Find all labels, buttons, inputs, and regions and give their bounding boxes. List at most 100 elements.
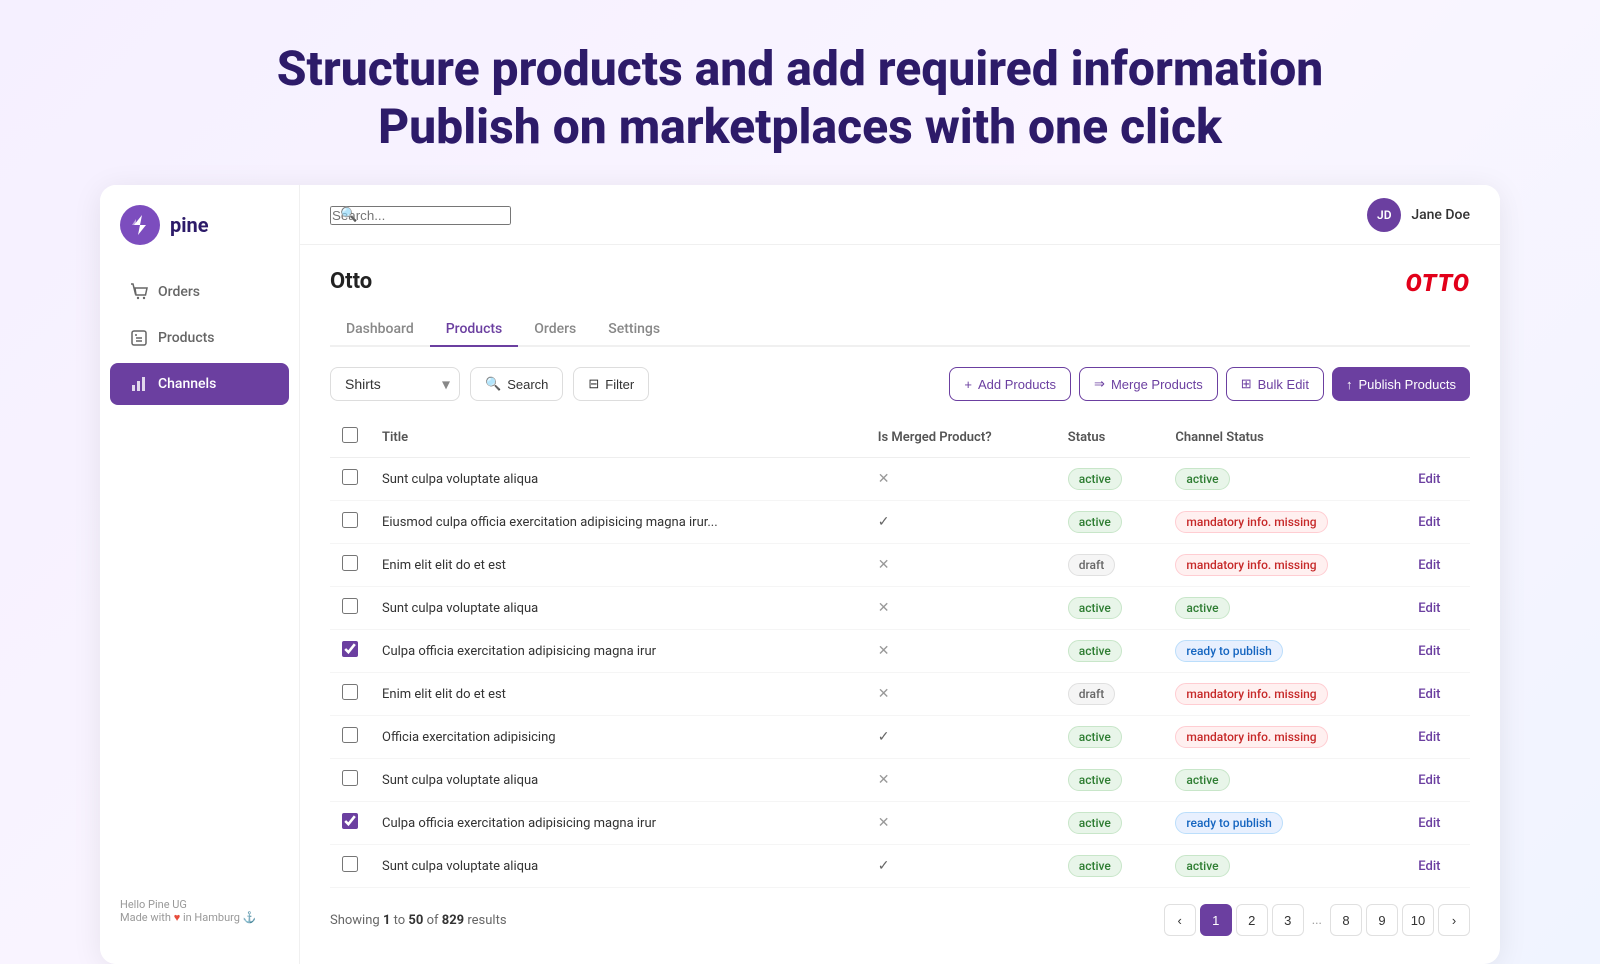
row-checkbox-6[interactable] [342,684,358,700]
row-status-2: active [1056,501,1164,544]
products-table-wrap: Title Is Merged Product? Status Channel … [330,417,1470,888]
row-checkbox-5[interactable] [342,641,358,657]
row-edit-2[interactable]: Edit [1406,501,1470,544]
checkmark-icon: ✓ [878,858,890,874]
row-edit-7[interactable]: Edit [1406,716,1470,759]
row-merged-7: ✓ [866,716,1056,759]
otto-logo: OTTO [1406,269,1470,297]
bulk-edit-button[interactable]: ⊞ Bulk Edit [1226,367,1324,401]
cross-icon: ✕ [878,557,890,573]
status-header: Status [1056,417,1164,458]
row-edit-6[interactable]: Edit [1406,673,1470,716]
tab-dashboard[interactable]: Dashboard [330,313,430,347]
row-checkbox-2[interactable] [342,512,358,528]
status-badge: draft [1068,554,1116,576]
status-badge: active [1068,812,1122,834]
add-products-button[interactable]: + Add Products [949,367,1071,401]
page-next-button[interactable]: › [1438,904,1470,936]
page-8-button[interactable]: 8 [1330,904,1362,936]
search-button[interactable]: 🔍 Search [470,367,563,401]
row-title-5: Culpa officia exercitation adipisicing m… [370,630,866,673]
table-row: Sunt culpa voluptate aliqua✕activeactive… [330,587,1470,630]
row-merged-4: ✕ [866,587,1056,630]
channel-status-badge: mandatory info. missing [1175,726,1327,748]
user-name: Jane Doe [1411,207,1470,223]
page-1-button[interactable]: 1 [1200,904,1232,936]
search-btn-icon: 🔍 [485,376,501,392]
channel-status-badge: active [1175,597,1229,619]
row-merged-9: ✕ [866,802,1056,845]
row-merged-6: ✕ [866,673,1056,716]
hero-section: Structure products and add required info… [0,0,1600,185]
sidebar-item-products[interactable]: Products [110,317,289,359]
row-status-5: active [1056,630,1164,673]
hero-title: Structure products and add required info… [20,40,1580,155]
category-select[interactable]: Shirts Pants Jackets Shoes [330,367,460,401]
row-checkbox-4[interactable] [342,598,358,614]
filter-button[interactable]: ⊟ Filter [573,367,649,401]
row-edit-5[interactable]: Edit [1406,630,1470,673]
page-3-button[interactable]: 3 [1272,904,1304,936]
table-body: Sunt culpa voluptate aliqua✕activeactive… [330,458,1470,888]
products-nav-label: Products [158,330,215,346]
page-prev-button[interactable]: ‹ [1164,904,1196,936]
page-from: 1 [383,913,390,928]
page-9-button[interactable]: 9 [1366,904,1398,936]
row-title-1: Sunt culpa voluptate aliqua [370,458,866,501]
select-all-checkbox[interactable] [342,427,358,443]
page-total: 829 [442,913,464,928]
row-edit-3[interactable]: Edit [1406,544,1470,587]
publish-products-button[interactable]: ↑ Publish Products [1332,367,1470,401]
row-checkbox-9[interactable] [342,813,358,829]
cross-icon: ✕ [878,600,890,616]
row-checkbox-8[interactable] [342,770,358,786]
toolbar-right: + Add Products ⇒ Merge Products ⊞ Bulk E… [949,367,1470,401]
status-badge: active [1068,597,1122,619]
tab-settings[interactable]: Settings [592,313,676,347]
row-checkbox-3[interactable] [342,555,358,571]
row-status-3: draft [1056,544,1164,587]
row-title-6: Enim elit elit do et est [370,673,866,716]
pine-logo-icon [120,205,160,245]
row-edit-8[interactable]: Edit [1406,759,1470,802]
sidebar-footer: Hello Pine UG Made with ♥ in Hamburg ⚓ [100,878,299,944]
row-merged-1: ✕ [866,458,1056,501]
merge-products-button[interactable]: ⇒ Merge Products [1079,367,1218,401]
channel-status-badge: active [1175,769,1229,791]
channel-status-badge: ready to publish [1175,812,1282,834]
tag-icon [130,329,148,347]
row-edit-10[interactable]: Edit [1406,845,1470,888]
logo-text: pine [170,213,209,237]
table-row: Enim elit elit do et est✕draftmandatory … [330,544,1470,587]
status-badge: active [1068,468,1122,490]
status-badge: draft [1068,683,1116,705]
channels-nav-label: Channels [158,376,216,392]
row-title-3: Enim elit elit do et est [370,544,866,587]
row-edit-1[interactable]: Edit [1406,458,1470,501]
row-status-7: active [1056,716,1164,759]
tab-orders[interactable]: Orders [518,313,592,347]
row-channel-status-7: mandatory info. missing [1163,716,1406,759]
row-checkbox-1[interactable] [342,469,358,485]
status-badge: active [1068,855,1122,877]
page-10-button[interactable]: 10 [1402,904,1434,936]
sidebar-item-orders[interactable]: Orders [110,271,289,313]
row-checkbox-7[interactable] [342,727,358,743]
row-edit-4[interactable]: Edit [1406,587,1470,630]
row-edit-9[interactable]: Edit [1406,802,1470,845]
row-merged-3: ✕ [866,544,1056,587]
cross-icon: ✕ [878,815,890,831]
page-2-button[interactable]: 2 [1236,904,1268,936]
status-badge: active [1068,640,1122,662]
row-title-2: Eiusmod culpa officia exercitation adipi… [370,501,866,544]
row-checkbox-10[interactable] [342,856,358,872]
sidebar-item-channels[interactable]: Channels [110,363,289,405]
row-title-9: Culpa officia exercitation adipisicing m… [370,802,866,845]
row-channel-status-4: active [1163,587,1406,630]
tab-products[interactable]: Products [430,313,519,347]
main-layout: 🔍 JD Jane Doe Otto OTTO Dashboard Produc… [300,185,1500,964]
row-merged-2: ✓ [866,501,1056,544]
products-toolbar: Shirts Pants Jackets Shoes ▾ 🔍 Search ⊟ … [330,367,1470,401]
pagination-controls: ‹ 1 2 3 ... 8 9 10 › [1164,904,1470,936]
row-channel-status-5: ready to publish [1163,630,1406,673]
